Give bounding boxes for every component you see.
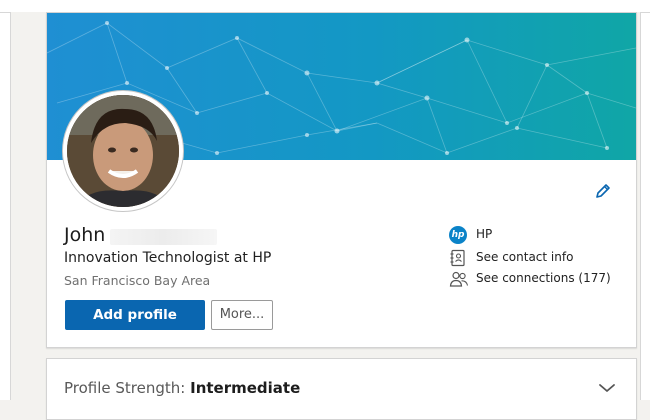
profile-strength-level: Intermediate [190,379,301,397]
edge-line [641,12,650,13]
edge-line [10,12,11,400]
profile-photo-image [67,95,179,207]
profile-strength-label: Profile Strength: [64,379,191,397]
add-profile-section-button[interactable]: Add profile section ▼ [65,300,205,347]
window-right-strip [641,0,650,400]
connections-label: See connections (177) [476,271,611,285]
profile-headline: Innovation Technologist at HP [64,250,272,266]
profile-top-card: John Innovation Technologist at HP San F… [46,12,637,348]
company-label: HP [476,227,493,241]
contact-card-icon [450,249,465,267]
profile-photo[interactable] [63,91,183,211]
window-top-strip [0,0,650,12]
profile-strength-text: Profile Strength: Intermediate [64,379,300,397]
more-button[interactable]: More... [211,300,273,330]
edge-line [0,12,10,13]
chevron-down-icon[interactable] [598,383,616,393]
profile-location: San Francisco Bay Area [64,273,211,288]
window-left-strip [0,0,10,400]
profile-name: John [64,224,106,246]
contact-info-label: See contact info [476,250,574,264]
dropdown-caret-icon: ▼ [161,340,170,348]
redacted-surname [110,229,217,245]
edge-line [640,12,641,400]
people-icon [449,271,469,287]
edit-profile-pencil-icon[interactable] [594,182,612,200]
profile-strength-card[interactable]: Profile Strength: Intermediate [46,358,637,420]
hp-logo-icon: hp [449,226,467,244]
